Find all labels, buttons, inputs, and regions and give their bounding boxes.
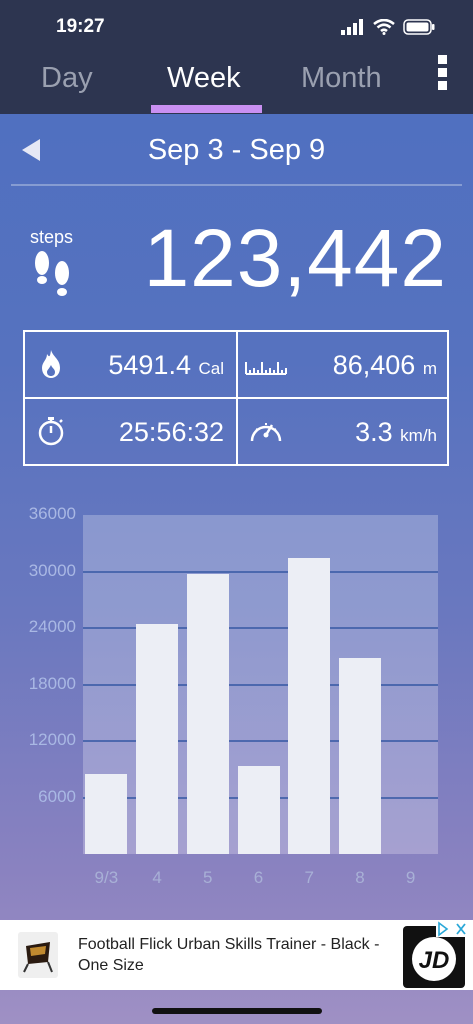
y-tick-label: 30000 (28, 560, 76, 580)
top-bar: 19:27 Day Week Month (0, 0, 473, 114)
y-tick-label: 24000 (28, 617, 76, 636)
duration-cell: 25:56:32 (25, 399, 236, 464)
calories-unit: Cal (198, 359, 224, 378)
tab-month[interactable]: Month (301, 62, 382, 95)
status-time: 19:27 (56, 16, 105, 37)
svg-text:JD: JD (419, 947, 450, 974)
x-tick-label: 8 (355, 868, 365, 887)
y-tick-label: 36000 (28, 504, 76, 523)
x-tick-label: 5 (203, 868, 213, 887)
chart-bar[interactable] (288, 558, 331, 854)
active-tab-indicator (151, 105, 262, 113)
x-tick-label: 4 (152, 868, 162, 887)
battery-icon (403, 19, 435, 35)
signal-icon (341, 19, 363, 35)
speed-unit: km/h (400, 426, 437, 445)
distance-cell: 86,406 m (238, 332, 449, 397)
x-tick-label: 7 (304, 868, 314, 887)
ad-product-image (18, 932, 58, 978)
speedometer-icon (250, 423, 282, 442)
home-indicator (152, 1008, 322, 1014)
chart-bar[interactable] (338, 658, 381, 854)
distance-value: 86,406 (332, 350, 416, 380)
x-tick-label: 9 (405, 868, 416, 887)
tab-week[interactable]: Week (167, 62, 241, 95)
wifi-icon (373, 19, 395, 35)
ruler-icon (245, 362, 287, 375)
ad-text: Football Flick Urban Skills Trainer - Bl… (78, 936, 380, 974)
y-tick-label: 6000 (38, 786, 76, 806)
date-navigation: Sep 3 - Sep 9 (0, 128, 473, 176)
footprints-icon (35, 251, 69, 296)
speed-value: 3.3 (355, 417, 393, 447)
ad-choices-icon[interactable] (436, 921, 470, 937)
stopwatch-icon (38, 417, 64, 446)
status-icons (341, 17, 435, 37)
chart-bar[interactable] (85, 773, 128, 854)
calories-value: 5491.4 (108, 350, 191, 380)
ad-banner[interactable]: Football Flick Urban Skills Trainer - Bl… (0, 920, 473, 990)
date-range: Sep 3 - Sep 9 (147, 134, 326, 166)
divider (11, 184, 462, 186)
flame-icon (42, 350, 60, 378)
y-tick-label: 18000 (28, 673, 76, 693)
speed-cell: 3.3 km/h (238, 399, 449, 464)
duration-value: 25:56:32 (118, 417, 224, 447)
x-tick-label: 6 (253, 868, 264, 887)
stats-grid: 5491.4 Cal 86,406 m 25:56:32 3.3 km/h (23, 330, 449, 466)
weekly-steps-chart: 6000 12000 18000 24000 30000 36000 9/3 4 5 6 7 8 9 (0, 500, 473, 900)
steps-total: 123,442 (143, 213, 447, 304)
more-menu-icon[interactable] (436, 55, 450, 91)
distance-unit: m (422, 359, 437, 378)
y-tick-label: 12000 (28, 730, 76, 749)
steps-label: steps (30, 227, 74, 247)
chart-gridline (83, 570, 438, 573)
chart-bar[interactable] (186, 574, 229, 854)
chart-bar[interactable] (237, 766, 280, 854)
tab-day[interactable]: Day (41, 62, 93, 95)
chart-bar[interactable] (136, 624, 179, 854)
x-tick-label: 9/3 (94, 868, 119, 887)
calories-cell: 5491.4 Cal (25, 332, 236, 397)
